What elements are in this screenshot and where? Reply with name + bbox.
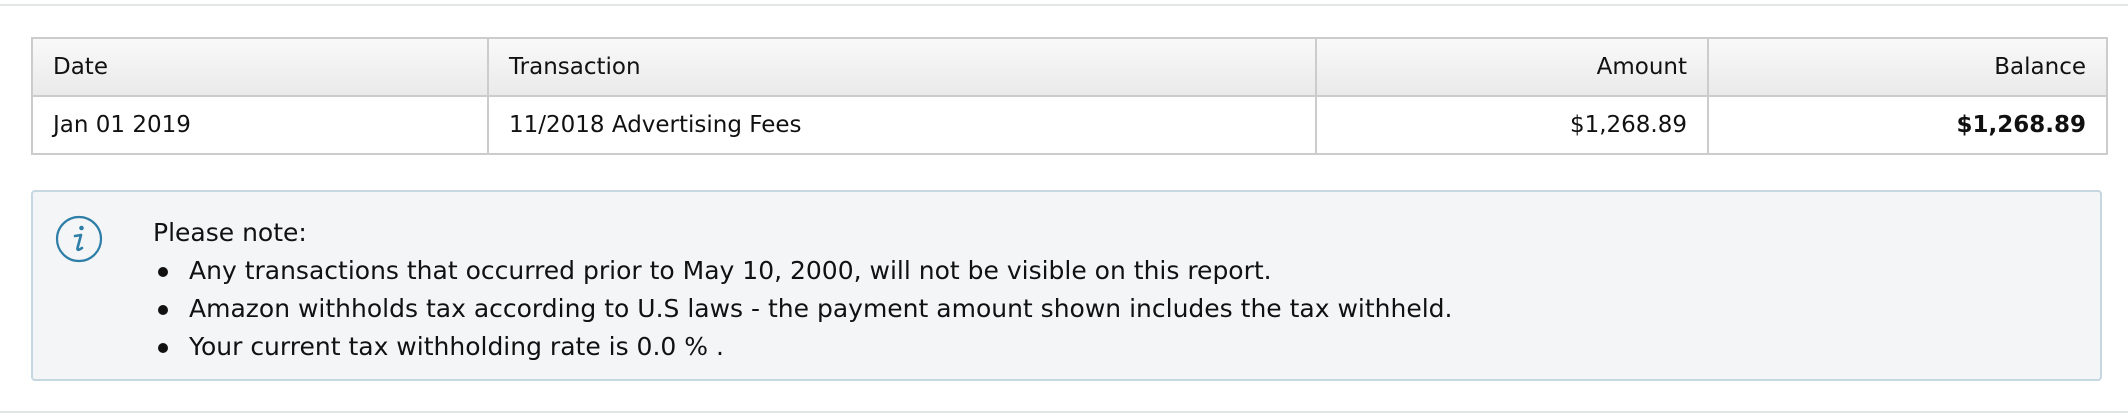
column-header-date: Date — [31, 37, 489, 97]
bullet-icon — [158, 305, 168, 315]
table-header-row: Date Transaction Amount Balance — [31, 37, 2108, 97]
column-header-amount: Amount — [1315, 37, 1709, 97]
bottom-divider — [0, 411, 2128, 413]
bullet-icon — [158, 343, 168, 353]
column-header-balance: Balance — [1707, 37, 2108, 97]
list-item: Amazon withholds tax according to U.S la… — [153, 290, 1453, 328]
list-item: Any transactions that occurred prior to … — [153, 252, 1453, 290]
top-divider — [0, 4, 2128, 6]
column-header-transaction: Transaction — [487, 37, 1317, 97]
bullet-icon — [158, 267, 168, 277]
table-row: Jan 01 2019 11/2018 Advertising Fees $1,… — [31, 95, 2108, 155]
note-item-text: Amazon withholds tax according to U.S la… — [189, 294, 1453, 323]
note-content: Please note: Any transactions that occur… — [153, 214, 1453, 366]
cell-transaction: 11/2018 Advertising Fees — [487, 95, 1317, 155]
cell-amount: $1,268.89 — [1315, 95, 1709, 155]
note-item-text: Your current tax withholding rate is 0.0… — [189, 332, 724, 361]
transactions-table: Date Transaction Amount Balance Jan 01 2… — [31, 37, 2108, 155]
cell-date: Jan 01 2019 — [31, 95, 489, 155]
cell-balance: $1,268.89 — [1707, 95, 2108, 155]
info-icon — [55, 215, 103, 263]
info-note-box: Please note: Any transactions that occur… — [31, 190, 2102, 381]
note-item-text: Any transactions that occurred prior to … — [189, 256, 1272, 285]
list-item: Your current tax withholding rate is 0.0… — [153, 328, 1453, 366]
note-title: Please note: — [153, 218, 307, 247]
note-list: Any transactions that occurred prior to … — [153, 252, 1453, 366]
